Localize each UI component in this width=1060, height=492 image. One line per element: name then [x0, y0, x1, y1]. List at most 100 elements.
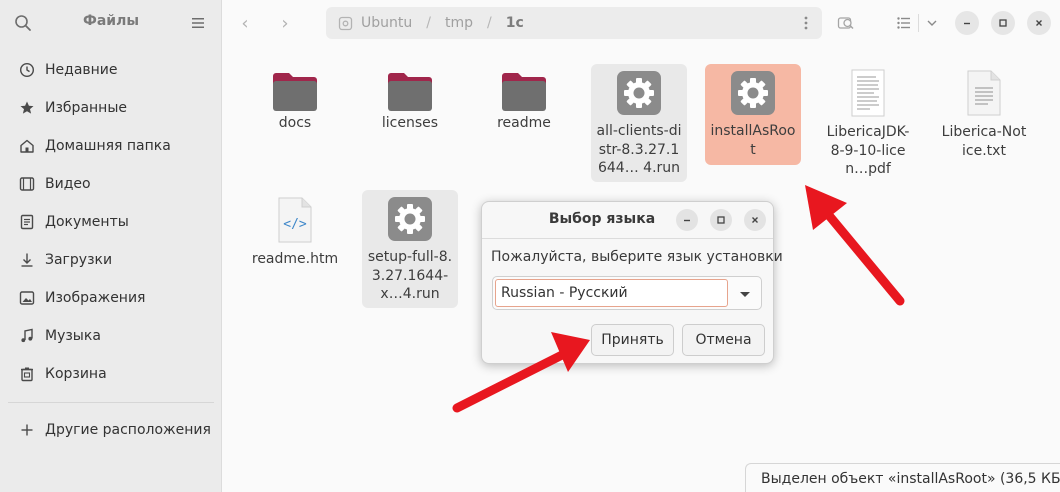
folder-icon: [502, 73, 546, 111]
toolbar-divider: [918, 14, 919, 32]
sidebar: Файлы Недавние Избранные Домашняя папка …: [0, 0, 222, 492]
executable-gear-icon: [731, 71, 775, 115]
language-combobox[interactable]: Russian - Русский: [492, 276, 762, 310]
breadcrumb-tmp[interactable]: tmp: [445, 15, 473, 31]
sidebar-item-music[interactable]: Музыка: [0, 317, 222, 355]
drive-icon: [338, 16, 353, 30]
file-label: licenses: [381, 115, 439, 131]
view-mode-button[interactable]: [892, 8, 916, 38]
sidebar-item-label: Музыка: [45, 328, 101, 344]
video-icon: [18, 175, 36, 193]
file-label: readme: [497, 115, 551, 131]
file-item-liberica-license-pdf[interactable]: LibericaJDK-8-9-10-licen…pdf: [820, 68, 916, 179]
breadcrumb-separator: /: [426, 15, 431, 31]
file-item-licenses[interactable]: licenses: [362, 64, 458, 133]
chevron-down-icon[interactable]: [737, 286, 753, 302]
sidebar-places: Недавние Избранные Домашняя папка Видео …: [0, 51, 222, 449]
close-icon: [752, 217, 758, 223]
file-label: installAsRoot: [710, 123, 796, 158]
hamburger-menu-icon[interactable]: [190, 15, 206, 31]
sidebar-item-label: Избранные: [45, 100, 127, 116]
file-item-all-clients-distr[interactable]: all-clients-distr-8.3.27.1644… 4.run: [591, 64, 687, 182]
minimize-icon: [964, 22, 970, 25]
sidebar-item-documents[interactable]: Документы: [0, 203, 222, 241]
minimize-icon: [684, 219, 690, 222]
breadcrumb-current[interactable]: 1c: [506, 15, 524, 31]
file-item-readme-htm[interactable]: </> readme.htm: [247, 195, 343, 269]
sidebar-header: Файлы: [0, 0, 222, 44]
selection-status: Выделен объект «installAsRoot» (36,5 КБ): [745, 463, 1060, 492]
html-document-icon: </>: [278, 197, 312, 243]
breadcrumb-ubuntu[interactable]: Ubuntu: [361, 15, 412, 31]
dialog-message: Пожалуйста, выберите язык установки: [491, 249, 783, 265]
sidebar-item-label: Корзина: [45, 366, 107, 382]
accept-button[interactable]: Принять: [591, 324, 674, 356]
maximize-icon: [717, 216, 725, 224]
minimize-button[interactable]: [955, 11, 979, 35]
file-label: LibericaJDK-8-9-10-licen…pdf: [826, 124, 910, 177]
sidebar-item-downloads[interactable]: Загрузки: [0, 241, 222, 279]
dialog-close-button[interactable]: [744, 209, 766, 231]
chevron-left-icon: ‹: [241, 12, 249, 34]
sidebar-item-trash[interactable]: Корзина: [0, 355, 222, 393]
app-title: Файлы: [82, 13, 140, 29]
breadcrumb-separator: /: [486, 15, 492, 31]
cancel-button[interactable]: Отмена: [682, 324, 765, 356]
back-button[interactable]: ‹: [231, 10, 259, 36]
search-files-button[interactable]: [832, 8, 860, 38]
sidebar-item-other-locations[interactable]: Другие расположения: [0, 411, 222, 449]
trash-icon: [18, 365, 36, 383]
chevron-right-icon: ›: [281, 12, 289, 34]
file-item-readme-folder[interactable]: readme: [476, 64, 572, 133]
star-icon: [18, 99, 36, 117]
path-bar[interactable]: Ubuntu / tmp / 1c: [326, 7, 822, 39]
file-label: setup-full-8.3.27.1644-x…4.run: [367, 249, 453, 302]
sidebar-separator: [8, 402, 214, 403]
plus-icon: [18, 421, 36, 439]
executable-gear-icon: [388, 197, 432, 241]
clock-icon: [18, 61, 36, 79]
forward-button[interactable]: ›: [271, 10, 299, 36]
file-item-installasroot[interactable]: installAsRoot: [705, 64, 801, 165]
sidebar-item-label: Документы: [45, 214, 129, 230]
sidebar-item-videos[interactable]: Видео: [0, 165, 222, 203]
maximize-button[interactable]: [991, 11, 1015, 35]
sidebar-item-starred[interactable]: Избранные: [0, 89, 222, 127]
sidebar-item-label: Недавние: [45, 62, 118, 78]
sidebar-item-label: Видео: [45, 176, 91, 192]
chevron-down-icon: [927, 20, 937, 26]
folder-icon: [388, 73, 432, 111]
sidebar-item-pictures[interactable]: Изображения: [0, 279, 222, 317]
close-window-button[interactable]: [1027, 11, 1051, 35]
dialog-maximize-button[interactable]: [710, 209, 732, 231]
dialog-divider: [482, 238, 773, 239]
view-options-button[interactable]: [922, 8, 942, 38]
language-entry[interactable]: Russian - Русский: [495, 279, 728, 307]
folder-icon: [273, 73, 317, 111]
file-item-setup-full[interactable]: setup-full-8.3.27.1644-x…4.run: [362, 190, 458, 308]
file-label: readme.htm: [251, 251, 339, 267]
download-icon: [18, 251, 36, 269]
search-icon[interactable]: [14, 14, 32, 32]
file-label: all-clients-distr-8.3.27.1644… 4.run: [596, 123, 682, 176]
sidebar-item-label: Изображения: [45, 290, 146, 306]
list-view-icon: [897, 17, 910, 29]
file-label: Liberica-Notice.txt: [941, 124, 1027, 159]
pdf-document-icon: [851, 69, 885, 117]
maximize-icon: [999, 19, 1007, 27]
annotation-arrow-installasroot: [805, 185, 905, 306]
executable-gear-icon: [617, 71, 661, 115]
sidebar-item-label: Другие расположения: [45, 422, 211, 438]
file-label: docs: [278, 115, 312, 131]
home-icon: [18, 137, 36, 155]
text-document-icon: [967, 70, 1001, 116]
file-item-liberica-notice-txt[interactable]: Liberica-Notice.txt: [936, 68, 1032, 160]
sidebar-item-recent[interactable]: Недавние: [0, 51, 222, 89]
language-dialog: Выбор языка Пожалуйста, выберите язык ус…: [481, 201, 783, 364]
svg-text:</>: </>: [283, 217, 307, 232]
sidebar-item-label: Домашняя папка: [45, 138, 171, 154]
more-options-icon[interactable]: [804, 16, 808, 30]
sidebar-item-home[interactable]: Домашняя папка: [0, 127, 222, 165]
file-item-docs[interactable]: docs: [247, 64, 343, 133]
dialog-minimize-button[interactable]: [676, 209, 698, 231]
